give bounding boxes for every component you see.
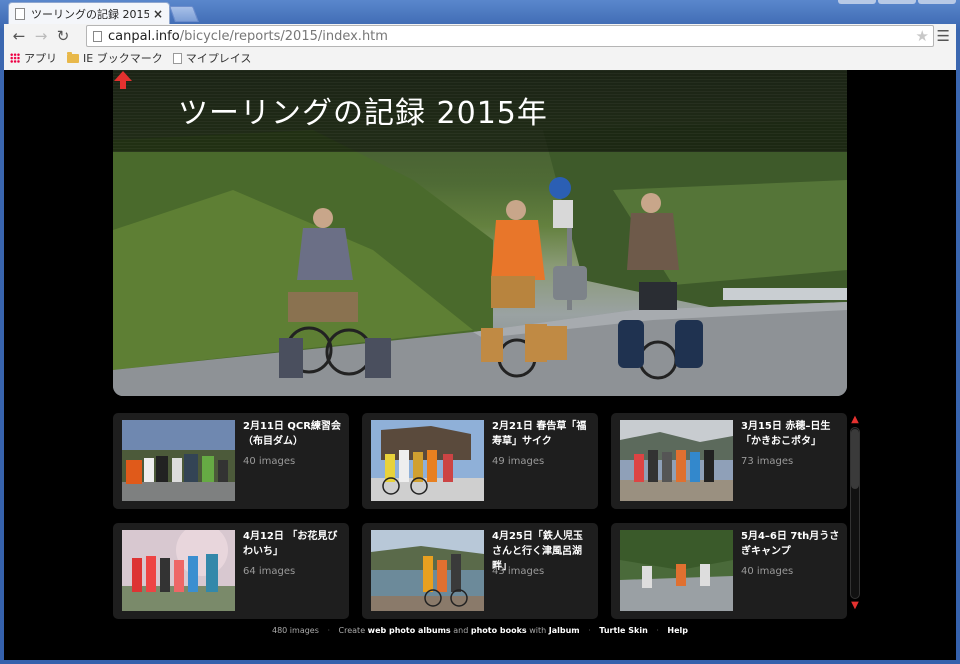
- album-card[interactable]: 4月12日 「お花見びわいち」 64 images: [113, 523, 349, 619]
- album-image-count: 73 images: [741, 456, 794, 467]
- folder-icon: [67, 51, 79, 63]
- album-thumbnail[interactable]: [371, 420, 484, 501]
- album-scrollbar[interactable]: ▲ ▼: [849, 413, 861, 613]
- tab-title: ツーリングの記録 2015年: [31, 7, 149, 21]
- album-image-count: 40 images: [243, 456, 296, 467]
- url-text: canpal.info/bicycle/reports/2015/index.h…: [108, 28, 388, 44]
- separator: ·: [327, 626, 330, 635]
- separator: ·: [588, 626, 591, 635]
- scroll-up-icon[interactable]: ▲: [849, 415, 861, 425]
- album-card[interactable]: 4月25日「鉄人児玉さんと行く津風呂湖畔」 43 images: [362, 523, 598, 619]
- total-images: 480 images: [271, 626, 319, 635]
- album-image-count: 49 images: [492, 456, 545, 467]
- tab-strip: ツーリングの記録 2015年 ×: [0, 0, 960, 24]
- address-bar[interactable]: canpal.info/bicycle/reports/2015/index.h…: [86, 25, 934, 47]
- back-arrow-icon[interactable]: ←: [8, 25, 30, 47]
- album-card[interactable]: 5月4–6日 7th月うさぎキャンプ 40 images: [611, 523, 847, 619]
- maximize-button[interactable]: [878, 0, 916, 4]
- album-card[interactable]: 2月11日 QCR練習会（布目ダム） 40 images: [113, 413, 349, 509]
- separator: ·: [656, 626, 659, 635]
- close-tab-icon[interactable]: ×: [153, 7, 163, 21]
- album-thumbnail[interactable]: [122, 530, 235, 611]
- album-title[interactable]: 2月11日 QCR練習会（布目ダム）: [243, 419, 343, 449]
- page-title: ツーリングの記録 2015年: [178, 96, 548, 131]
- album-image-count: 40 images: [741, 566, 794, 577]
- jalbum-link[interactable]: Jalbum: [549, 626, 580, 635]
- bookmark-apps[interactable]: アプリ: [10, 50, 57, 66]
- window-controls: [838, 0, 956, 4]
- page-icon: [172, 52, 182, 64]
- bookmark-ie-folder[interactable]: IE ブックマーク: [67, 50, 163, 66]
- forward-arrow-icon[interactable]: →: [30, 25, 52, 47]
- album-title[interactable]: 2月21日 春告草「福寿草」サイク: [492, 419, 592, 449]
- bookmarks-bar: アプリ IE ブックマーク マイプレイス: [4, 48, 956, 68]
- up-arrow-icon[interactable]: [113, 70, 133, 90]
- album-thumbnail[interactable]: [620, 530, 733, 611]
- album-thumbnail[interactable]: [371, 530, 484, 611]
- scroll-thumb[interactable]: [851, 429, 859, 489]
- page-footer: 480 images · Create web photo albums and…: [271, 626, 689, 635]
- web-albums-link[interactable]: web photo albums: [368, 626, 451, 635]
- apps-icon: [10, 53, 20, 63]
- bookmark-star-icon[interactable]: ★: [916, 27, 929, 45]
- album-image-count: 43 images: [492, 566, 545, 577]
- photo-books-link[interactable]: photo books: [471, 626, 527, 635]
- close-window-button[interactable]: [918, 0, 956, 4]
- page-viewport: ツーリングの記録 2015年 2月11日 QCR練習会（布目ダム） 40 ima…: [4, 70, 956, 660]
- album-title[interactable]: 3月15日 赤穂–日生「かきおこポタ」: [741, 419, 841, 449]
- album-title[interactable]: 4月12日 「お花見びわいち」: [243, 529, 343, 559]
- new-tab-button[interactable]: [169, 6, 199, 22]
- page-icon: [93, 30, 102, 42]
- album-thumbnail[interactable]: [122, 420, 235, 501]
- help-link[interactable]: Help: [667, 626, 688, 635]
- reload-icon[interactable]: ↻: [52, 25, 74, 47]
- browser-window: ツーリングの記録 2015年 × ← → ↻ canpal.info/bicyc…: [0, 0, 960, 664]
- bookmark-myplace[interactable]: マイプレイス: [172, 50, 251, 66]
- hero-image: ツーリングの記録 2015年: [113, 70, 847, 396]
- scroll-down-icon[interactable]: ▼: [849, 601, 861, 611]
- album-title[interactable]: 5月4–6日 7th月うさぎキャンプ: [741, 529, 841, 559]
- browser-tab[interactable]: ツーリングの記録 2015年 ×: [8, 2, 170, 24]
- menu-icon[interactable]: ☰: [937, 27, 950, 45]
- album-card[interactable]: 3月15日 赤穂–日生「かきおこポタ」 73 images: [611, 413, 847, 509]
- browser-toolbar: ← → ↻ canpal.info/bicycle/reports/2015/i…: [4, 24, 956, 70]
- skin-link[interactable]: Turtle Skin: [599, 626, 648, 635]
- album-thumbnail[interactable]: [620, 420, 733, 501]
- album-image-count: 64 images: [243, 566, 296, 577]
- minimize-button[interactable]: [838, 0, 876, 4]
- page-favicon-icon: [15, 7, 25, 20]
- album-card[interactable]: 2月21日 春告草「福寿草」サイク 49 images: [362, 413, 598, 509]
